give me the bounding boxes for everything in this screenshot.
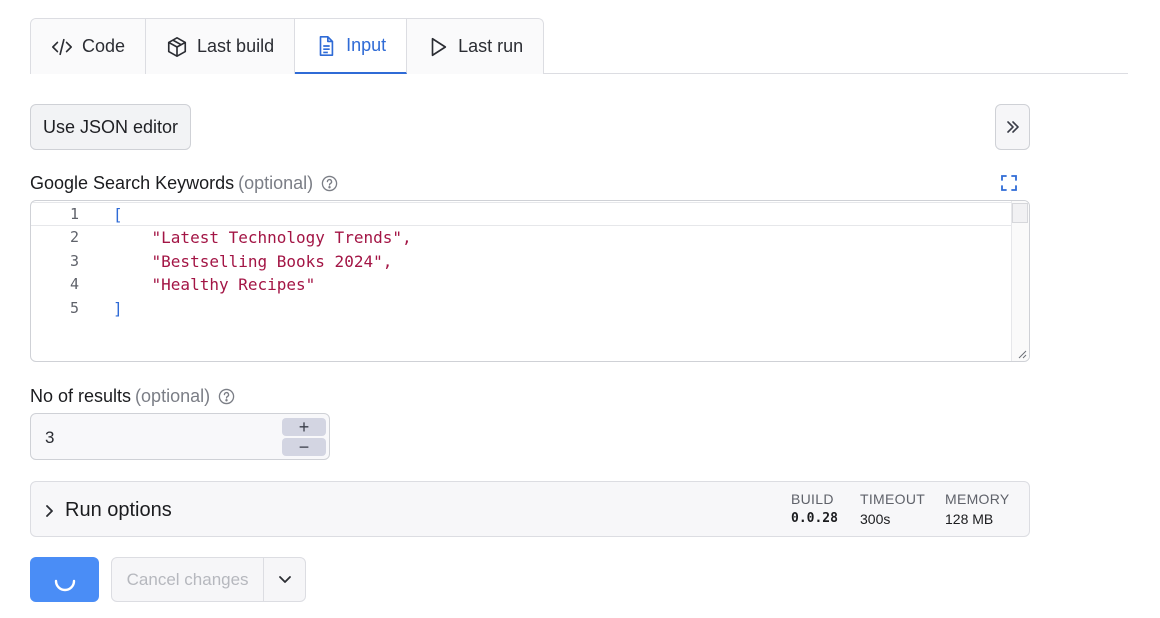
- chevron-right-icon: [46, 504, 53, 517]
- tab-last-build-label: Last build: [197, 36, 275, 56]
- tab-input-label: Input: [346, 35, 387, 55]
- code-line: "Latest Technology Trends",: [113, 227, 412, 247]
- document-icon: [319, 35, 334, 56]
- code-line: "Healthy Recipes": [113, 274, 316, 294]
- fullscreen-icon[interactable]: [1000, 174, 1018, 192]
- memory-value: 128 MB: [945, 511, 994, 527]
- tab-input[interactable]: Input: [295, 19, 408, 74]
- results-value: 3: [45, 428, 55, 447]
- editor-line: 3 "Bestselling Books 2024",: [31, 249, 1029, 273]
- code-line: "Bestselling Books 2024",: [113, 251, 393, 271]
- keywords-field-label: Google Search Keywords (optional): [30, 173, 338, 194]
- tab-bar: Code Last build Input Last run: [30, 18, 1128, 74]
- line-number: 5: [69, 299, 79, 317]
- code-line: ]: [113, 298, 123, 318]
- help-icon[interactable]: [218, 388, 235, 405]
- run-options-panel[interactable]: Run options BUILD 0.0.28 TIMEOUT 300s ME…: [30, 481, 1030, 537]
- memory-meta: MEMORY 128 MB: [945, 491, 1010, 527]
- code-icon: [52, 38, 72, 55]
- chevron-down-icon: [278, 575, 291, 583]
- editor-scrollbar-thumb[interactable]: [1012, 203, 1028, 223]
- line-number: 2: [69, 228, 79, 246]
- run-options-title: Run options: [65, 499, 172, 521]
- build-meta: BUILD 0.0.28: [791, 491, 838, 526]
- timeout-value: 300s: [860, 511, 891, 527]
- build-value: 0.0.28: [791, 511, 838, 526]
- results-field-label: No of results (optional): [30, 386, 235, 407]
- results-number-input[interactable]: 3 + −: [30, 413, 330, 460]
- cancel-button-group: Cancel changes: [111, 557, 306, 602]
- help-icon[interactable]: [321, 175, 338, 192]
- double-chevron-right-icon: [1006, 121, 1019, 133]
- timeout-meta: TIMEOUT 300s: [860, 491, 925, 527]
- keywords-code-editor[interactable]: 1 [ 2 "Latest Technology Trends", 3 "Bes…: [30, 200, 1030, 362]
- editor-scrollbar[interactable]: [1011, 201, 1029, 361]
- tab-last-run[interactable]: Last run: [407, 19, 544, 74]
- tab-last-run-label: Last run: [458, 36, 524, 56]
- expand-panel-button[interactable]: [995, 104, 1030, 150]
- more-actions-dropdown[interactable]: [264, 558, 305, 601]
- editor-line: 5 ]: [31, 296, 1029, 320]
- tab-code-label: Code: [82, 36, 126, 56]
- build-key: BUILD: [791, 491, 834, 507]
- keywords-optional-text: (optional): [238, 173, 314, 193]
- results-label-text: No of results: [30, 386, 132, 406]
- increment-button[interactable]: +: [282, 418, 326, 436]
- line-number: 4: [69, 275, 79, 293]
- tab-group: Code Last build Input Last run: [30, 18, 545, 74]
- results-optional-text: (optional): [135, 386, 211, 406]
- run-options-toggle[interactable]: Run options: [45, 499, 172, 522]
- save-and-start-button[interactable]: [30, 557, 99, 602]
- decrement-button[interactable]: −: [282, 438, 326, 456]
- tab-last-build[interactable]: Last build: [146, 19, 296, 74]
- cancel-changes-button[interactable]: Cancel changes: [112, 558, 265, 601]
- editor-line: 1 [: [31, 202, 1029, 226]
- resize-grip-icon[interactable]: [1017, 349, 1027, 359]
- keywords-label-text: Google Search Keywords: [30, 173, 235, 193]
- play-icon: [431, 37, 447, 56]
- use-json-editor-button[interactable]: Use JSON editor: [30, 104, 191, 150]
- tab-code[interactable]: Code: [31, 19, 147, 74]
- timeout-key: TIMEOUT: [860, 491, 926, 507]
- code-line: [: [113, 204, 123, 224]
- line-number: 1: [69, 205, 79, 223]
- package-icon: [167, 36, 187, 57]
- memory-key: MEMORY: [945, 491, 1010, 507]
- loading-spinner-icon: [54, 579, 75, 591]
- editor-line: 2 "Latest Technology Trends",: [31, 225, 1029, 249]
- line-number: 3: [69, 252, 79, 270]
- editor-line: 4 "Healthy Recipes": [31, 272, 1029, 296]
